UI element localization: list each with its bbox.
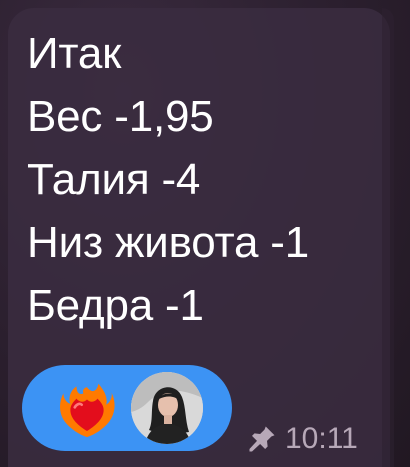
message-line: Бедра -1 <box>27 281 204 330</box>
reaction-user-avatar[interactable] <box>131 372 203 444</box>
message-meta: 10:11 <box>247 421 358 457</box>
reaction-button[interactable] <box>22 365 232 451</box>
pin-icon <box>249 426 275 452</box>
message-text: Итак Вес -1,95 Талия -4 Низ живота -1 Бе… <box>27 22 309 337</box>
heart-on-fire-icon <box>60 383 115 438</box>
message-line: Итак <box>27 29 122 78</box>
message-line: Талия -4 <box>27 155 201 204</box>
message-bubble[interactable]: Итак Вес -1,95 Талия -4 Низ живота -1 Бе… <box>8 8 394 467</box>
avatar-photo <box>131 372 203 444</box>
message-time: 10:11 <box>285 422 358 455</box>
message-line: Вес -1,95 <box>27 92 214 141</box>
message-line: Низ живота -1 <box>27 218 310 267</box>
